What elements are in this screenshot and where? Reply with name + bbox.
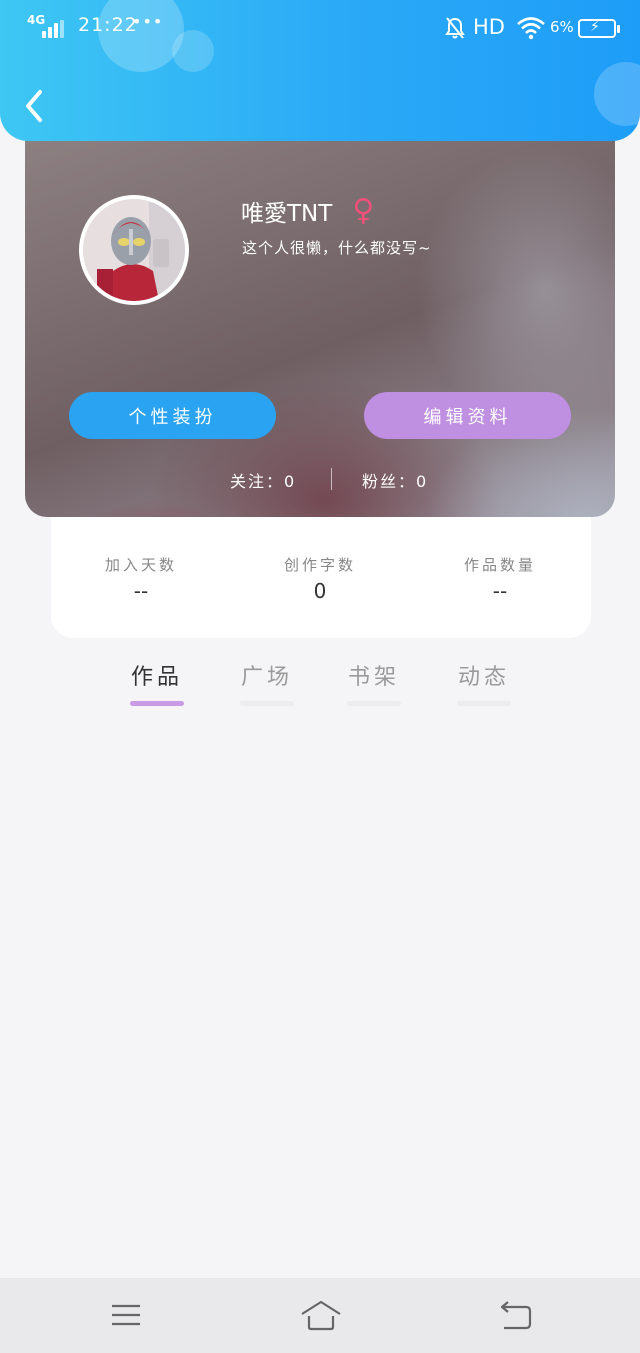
menu-icon[interactable] — [106, 1298, 146, 1332]
tab-underline — [240, 701, 294, 706]
tab-label: 动态 — [457, 665, 510, 690]
mute-icon — [445, 17, 465, 39]
stat-label: 创作字数 — [283, 556, 356, 574]
female-icon: ♀ — [352, 193, 375, 228]
stat-value: -- — [492, 579, 508, 603]
tab-underline — [130, 701, 184, 706]
clock: 21:22 — [78, 14, 138, 36]
stat-works-count: 作品数量 -- — [430, 554, 570, 603]
divider — [331, 468, 332, 490]
tab-works[interactable]: 作品 — [122, 659, 192, 706]
follow-stats: 关注：0 粉丝：0 — [25, 466, 615, 494]
status-bar: 4G 21:22 ••• HD 6% ⚡ — [0, 0, 640, 56]
tab-label: 作品 — [130, 665, 183, 690]
username-row: 唯愛TNT ♀ — [241, 194, 374, 228]
profile-screen: 4G 21:22 ••• HD 6% ⚡ 唯愛TNT ♀ 这个人很懒，什么都没写… — [0, 0, 640, 1353]
back-button[interactable] — [20, 84, 52, 128]
bio: 这个人很懒，什么都没写~ — [242, 239, 432, 257]
tab-bookshelf[interactable]: 书架 — [339, 659, 409, 706]
stat-value: 0 — [313, 579, 327, 603]
home-icon[interactable] — [300, 1298, 342, 1332]
back-chevron-icon — [26, 90, 42, 122]
dress-up-button[interactable]: 个性装扮 — [69, 392, 276, 439]
wifi-icon — [517, 17, 545, 40]
tab-underline — [347, 701, 401, 706]
following-count[interactable]: 关注：0 — [230, 468, 296, 492]
edit-profile-button[interactable]: 编辑资料 — [364, 392, 571, 439]
fans-count[interactable]: 粉丝：0 — [362, 468, 428, 492]
stats-card: 加入天数 -- 创作字数 0 作品数量 -- — [51, 510, 591, 638]
avatar-image — [83, 199, 185, 301]
battery-percent: 6% — [550, 18, 574, 36]
signal-icon — [38, 20, 68, 38]
return-icon[interactable] — [496, 1298, 536, 1332]
notification-dots: ••• — [132, 12, 164, 31]
content-tabs: 作品 广场 书架 动态 — [0, 655, 640, 715]
avatar[interactable] — [79, 195, 189, 305]
system-nav-bar — [0, 1278, 640, 1353]
header: 4G 21:22 ••• HD 6% ⚡ — [0, 0, 640, 141]
tab-plaza[interactable]: 广场 — [232, 659, 302, 706]
battery-icon: ⚡ — [578, 19, 620, 38]
username: 唯愛TNT — [241, 201, 333, 227]
stat-value: -- — [133, 579, 149, 603]
tab-feed[interactable]: 动态 — [449, 659, 519, 706]
stat-label: 加入天数 — [104, 556, 177, 574]
stat-join-days: 加入天数 -- — [71, 554, 211, 603]
profile-card: 唯愛TNT ♀ 这个人很懒，什么都没写~ 个性装扮 编辑资料 关注：0 粉丝：0 — [25, 120, 615, 517]
tab-underline — [457, 701, 511, 706]
tab-label: 书架 — [347, 665, 400, 690]
decor-bubble — [594, 62, 640, 126]
tab-label: 广场 — [240, 665, 293, 690]
stat-label: 作品数量 — [463, 556, 536, 574]
hd-indicator: HD — [473, 15, 505, 39]
stat-word-count: 创作字数 0 — [250, 554, 390, 603]
